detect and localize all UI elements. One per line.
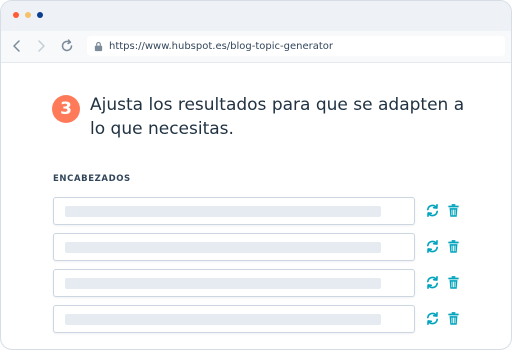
- title-bar: [1, 1, 511, 31]
- headline-field[interactable]: [53, 305, 415, 333]
- headline-row: [53, 305, 465, 333]
- headline-placeholder-bar: [65, 242, 381, 253]
- step-number-badge: 3: [52, 95, 80, 123]
- headline-placeholder-bar: [65, 314, 381, 325]
- headline-field[interactable]: [53, 233, 415, 261]
- headline-field[interactable]: [53, 269, 415, 297]
- headline-row: [53, 197, 465, 225]
- headline-row: [53, 233, 465, 261]
- headline-list: [53, 197, 465, 341]
- browser-window: https://www.hubspot.es/blog-topic-genera…: [0, 0, 512, 350]
- browser-toolbar: https://www.hubspot.es/blog-topic-genera…: [1, 31, 511, 63]
- url-text: https://www.hubspot.es/blog-topic-genera…: [109, 40, 334, 52]
- refresh-icon[interactable]: [425, 203, 440, 218]
- refresh-icon[interactable]: [425, 275, 440, 290]
- headline-placeholder-bar: [65, 278, 381, 289]
- trash-icon[interactable]: [446, 203, 461, 218]
- headline-field[interactable]: [53, 197, 415, 225]
- refresh-icon[interactable]: [425, 239, 440, 254]
- headline-placeholder-bar: [65, 206, 381, 217]
- minimize-window-dot[interactable]: [25, 12, 31, 18]
- headlines-section-label: ENCABEZADOS: [53, 174, 131, 184]
- page-title: Ajusta los resultados para que se adapte…: [90, 95, 465, 139]
- trash-icon[interactable]: [446, 239, 461, 254]
- trash-icon[interactable]: [446, 275, 461, 290]
- address-bar[interactable]: https://www.hubspot.es/blog-topic-genera…: [87, 36, 505, 56]
- headline-row: [53, 269, 465, 297]
- reload-icon[interactable]: [59, 38, 75, 54]
- lock-icon: [94, 41, 103, 51]
- back-chevron-icon[interactable]: [9, 38, 25, 54]
- refresh-icon[interactable]: [425, 311, 440, 326]
- maximize-window-dot[interactable]: [37, 12, 43, 18]
- close-window-dot[interactable]: [13, 12, 19, 18]
- forward-chevron-icon[interactable]: [33, 38, 49, 54]
- trash-icon[interactable]: [446, 311, 461, 326]
